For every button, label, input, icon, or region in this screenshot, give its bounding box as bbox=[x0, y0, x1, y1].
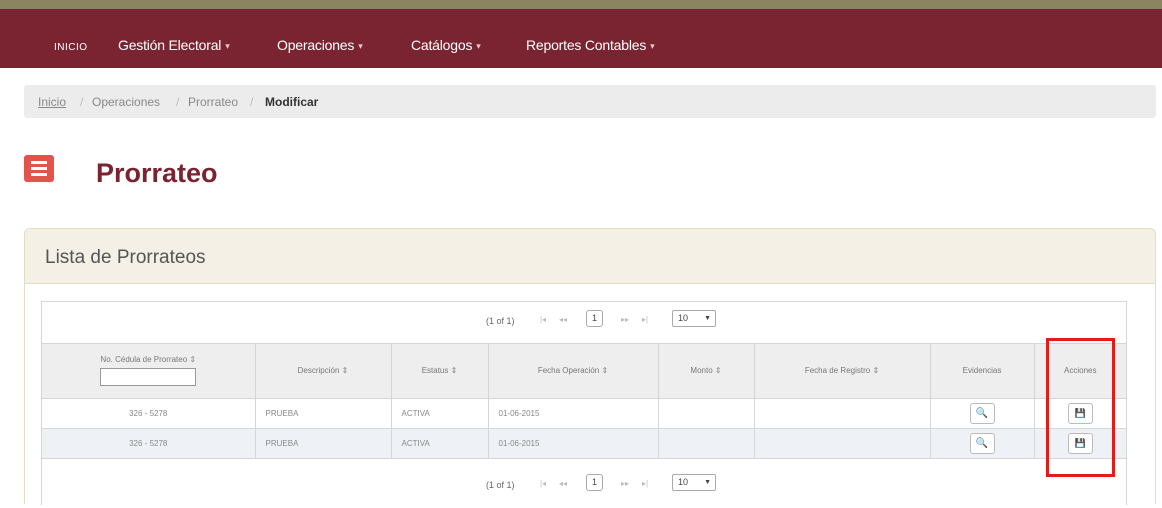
nav-item-gestion-electoral[interactable]: Gestión Electoral ▾ bbox=[118, 37, 230, 53]
prorrateos-panel: Lista de Prorrateos (1 of 1) |◂ ◂◂ 1 ▸▸ … bbox=[24, 228, 1156, 505]
cell-descripcion: PRUEBA bbox=[255, 428, 392, 459]
acciones-highlight-box bbox=[1046, 338, 1115, 477]
breadcrumb-current: Modificar bbox=[265, 95, 319, 109]
cell-fecha-operacion: 01-06-2015 bbox=[488, 398, 659, 429]
cell-estatus: ACTIVA bbox=[391, 398, 489, 429]
cell-evidencias: 🔍 bbox=[930, 398, 1035, 429]
page-1-button[interactable]: 1 bbox=[586, 474, 603, 491]
cell-monto bbox=[658, 398, 755, 429]
dropdown-arrow-icon: ▼ bbox=[704, 315, 711, 322]
cell-estatus: ACTIVA bbox=[391, 428, 489, 459]
first-page-button[interactable]: |◂ bbox=[536, 477, 550, 491]
next-page-button[interactable]: ▸▸ bbox=[618, 313, 632, 327]
prorrateos-grid: (1 of 1) |◂ ◂◂ 1 ▸▸ ▸| 10 ▼ No. Cédula de… bbox=[41, 301, 1127, 505]
column-header-descripcion[interactable]: Descripción ⇕ bbox=[255, 344, 392, 399]
next-page-button[interactable]: ▸▸ bbox=[618, 477, 632, 491]
sort-icon: ⇕ bbox=[189, 355, 197, 365]
menu-icon[interactable] bbox=[24, 155, 54, 182]
panel-header: Lista de Prorrateos bbox=[25, 229, 1155, 284]
breadcrumb-operaciones: Operaciones bbox=[92, 95, 161, 109]
nav-item-inicio[interactable]: INICIO bbox=[54, 42, 88, 53]
chevron-down-icon: ▾ bbox=[358, 41, 363, 51]
column-header-monto[interactable]: Monto ⇕ bbox=[658, 344, 755, 399]
chevron-down-icon: ▾ bbox=[225, 41, 230, 51]
page-count: (1 of 1) bbox=[486, 316, 515, 326]
rows-per-page-select[interactable]: 10 ▼ bbox=[672, 310, 716, 327]
cell-descripcion: PRUEBA bbox=[255, 398, 392, 429]
search-icon[interactable]: 🔍 bbox=[969, 432, 995, 454]
sort-icon: ⇕ bbox=[714, 366, 722, 376]
breadcrumb: Inicio / Operaciones / Prorrateo / Modif… bbox=[24, 85, 1156, 118]
column-header-estatus[interactable]: Estatus ⇕ bbox=[391, 344, 489, 399]
nav-item-catalogos[interactable]: Catálogos ▾ bbox=[411, 37, 481, 53]
cedula-filter-input[interactable] bbox=[100, 368, 197, 387]
panel-title: Lista de Prorrateos bbox=[45, 247, 206, 268]
sort-icon: ⇕ bbox=[450, 366, 458, 376]
cell-fecha-operacion: 01-06-2015 bbox=[488, 428, 659, 459]
breadcrumb-separator: / bbox=[250, 95, 254, 109]
cell-evidencias: 🔍 bbox=[930, 428, 1035, 459]
search-icon[interactable]: 🔍 bbox=[969, 402, 995, 424]
prorrateos-table: No. Cédula de Prorrateo ⇕ Descripción ⇕ … bbox=[42, 344, 1126, 459]
page-title: Prorrateo bbox=[96, 158, 218, 188]
cell-fecha-registro bbox=[754, 398, 931, 429]
chevron-down-icon: ▾ bbox=[476, 41, 481, 51]
breadcrumb-separator: / bbox=[80, 95, 84, 109]
column-header-fecha-operacion[interactable]: Fecha Operación ⇕ bbox=[488, 344, 659, 399]
top-strip bbox=[0, 0, 1162, 9]
first-page-button[interactable]: |◂ bbox=[536, 313, 550, 327]
sort-icon: ⇕ bbox=[601, 366, 609, 376]
nav-item-reportes-contables[interactable]: Reportes Contables ▾ bbox=[526, 37, 655, 53]
sort-icon: ⇕ bbox=[341, 366, 349, 376]
chevron-down-icon: ▾ bbox=[650, 41, 655, 51]
dropdown-arrow-icon: ▼ bbox=[704, 479, 711, 486]
table-header-row: No. Cédula de Prorrateo ⇕ Descripción ⇕ … bbox=[42, 344, 1126, 399]
column-header-evidencias: Evidencias bbox=[930, 344, 1035, 399]
sort-icon: ⇕ bbox=[872, 366, 880, 376]
cell-monto bbox=[658, 428, 755, 459]
paginator-bottom: (1 of 1) |◂ ◂◂ 1 ▸▸ ▸| 10 ▼ bbox=[42, 466, 1126, 508]
cell-cedula: 326 - 5278 bbox=[42, 398, 256, 429]
main-navbar: INICIO Gestión Electoral ▾ Operaciones ▾ C… bbox=[0, 9, 1162, 68]
last-page-button[interactable]: ▸| bbox=[638, 477, 652, 491]
nav-item-operaciones[interactable]: Operaciones ▾ bbox=[277, 37, 363, 53]
table-row: 326 - 5278 PRUEBA ACTIVA 01-06-2015 🔍 💾 bbox=[42, 398, 1126, 429]
prev-page-button[interactable]: ◂◂ bbox=[556, 313, 570, 327]
page-1-button[interactable]: 1 bbox=[586, 310, 603, 327]
prev-page-button[interactable]: ◂◂ bbox=[556, 477, 570, 491]
table-row: 326 - 5278 PRUEBA ACTIVA 01-06-2015 🔍 💾 bbox=[42, 428, 1126, 459]
last-page-button[interactable]: ▸| bbox=[638, 313, 652, 327]
breadcrumb-prorrateo: Prorrateo bbox=[188, 95, 239, 109]
rows-per-page-select[interactable]: 10 ▼ bbox=[672, 474, 716, 491]
cell-cedula: 326 - 5278 bbox=[42, 428, 256, 459]
cell-fecha-registro bbox=[754, 428, 931, 459]
breadcrumb-separator: / bbox=[176, 95, 180, 109]
breadcrumb-inicio[interactable]: Inicio bbox=[38, 95, 66, 109]
paginator-top: (1 of 1) |◂ ◂◂ 1 ▸▸ ▸| 10 ▼ bbox=[42, 302, 1126, 344]
column-header-fecha-registro[interactable]: Fecha de Registro ⇕ bbox=[754, 344, 931, 399]
page-count: (1 of 1) bbox=[486, 480, 515, 490]
column-header-cedula[interactable]: No. Cédula de Prorrateo ⇕ bbox=[42, 344, 256, 399]
